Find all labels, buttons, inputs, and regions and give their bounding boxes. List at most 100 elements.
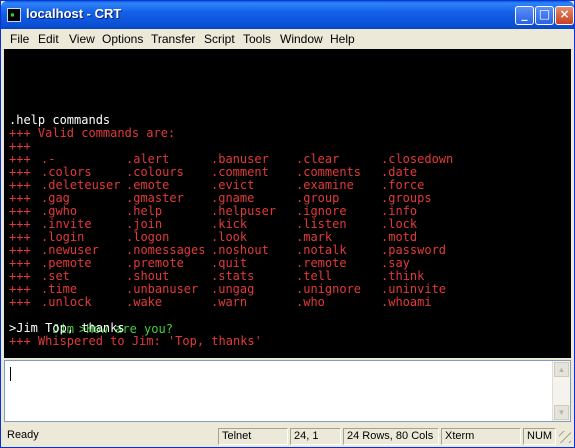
command-entry: .date bbox=[381, 165, 418, 179]
menu-edit[interactable]: Edit bbox=[38, 32, 59, 46]
command-entry: .wake bbox=[126, 295, 163, 309]
command-entry: .examine bbox=[296, 178, 354, 192]
scroll-up-icon[interactable]: ▲ bbox=[554, 362, 569, 377]
line-prefix: +++ bbox=[9, 152, 31, 166]
status-cursor-position: 24, 1 bbox=[290, 428, 341, 445]
command-entry: .help bbox=[126, 204, 163, 218]
scroll-down-icon[interactable]: ▼ bbox=[554, 405, 569, 420]
command-entry: .unbanuser bbox=[126, 282, 199, 296]
command-row: +++ .unlock .wake .warn .who .whoami bbox=[9, 295, 564, 309]
menu-transfer[interactable]: Transfer bbox=[151, 32, 195, 46]
command-entry: .newuser bbox=[41, 243, 99, 257]
command-row: +++ .set .shout .stats .tell .think bbox=[9, 269, 564, 283]
title-bar[interactable]: ▪ localhost - CRT _ □ × bbox=[1, 1, 574, 29]
command-row: +++ .time .unbanuser .ungag .unignore .uninvi… bbox=[9, 282, 564, 296]
command-entry: .info bbox=[381, 204, 418, 218]
line-prefix: +++ bbox=[9, 191, 31, 205]
line-prefix: +++ bbox=[9, 217, 31, 231]
status-num-lock: NUM bbox=[523, 428, 556, 445]
terminal-app-icon[interactable]: ▪ bbox=[7, 8, 21, 22]
crt-window: ▪ localhost - CRT _ □ × File Edit View O… bbox=[0, 0, 575, 448]
command-entry: .- bbox=[41, 152, 56, 166]
status-protocol: Telnet bbox=[218, 428, 288, 445]
menu-view[interactable]: View bbox=[69, 32, 95, 46]
command-entry: .noshout bbox=[211, 243, 269, 257]
minimize-button[interactable]: _ bbox=[515, 6, 534, 25]
line-prefix: +++ bbox=[9, 230, 31, 244]
text-cursor bbox=[10, 367, 11, 381]
command-entry: .mark bbox=[296, 230, 333, 244]
command-entry: .listen bbox=[296, 217, 347, 231]
command-entry: .deleteuser bbox=[41, 178, 121, 192]
command-entry: .unignore bbox=[296, 282, 362, 296]
line-prefix: +++ bbox=[9, 282, 31, 296]
chat-input-box[interactable]: ▲ ▼ bbox=[4, 360, 571, 422]
command-entry: .shout bbox=[126, 269, 170, 283]
menu-file[interactable]: File bbox=[10, 32, 29, 46]
command-entry: .uninvite bbox=[381, 282, 447, 296]
command-entry: .group bbox=[296, 191, 340, 205]
command-entry: .login bbox=[41, 230, 85, 244]
command-entry: .set bbox=[41, 269, 70, 283]
status-bar: Ready Telnet 24, 1 24 Rows, 80 Cols Xter… bbox=[2, 425, 573, 447]
command-entry: .premote bbox=[126, 256, 184, 270]
command-entry: .remote bbox=[296, 256, 347, 270]
command-entry: .pemote bbox=[41, 256, 92, 270]
menu-script[interactable]: Script bbox=[204, 32, 235, 46]
command-row: +++ .pemote .premote .quit .remote .say bbox=[9, 256, 564, 270]
command-entry: .join bbox=[126, 217, 163, 231]
command-entry: .gwho bbox=[41, 204, 78, 218]
command-entry: .banuser bbox=[211, 152, 269, 166]
command-entry: .think bbox=[381, 269, 425, 283]
line-prefix: +++ bbox=[9, 295, 31, 309]
line-prefix: +++ bbox=[9, 178, 31, 192]
command-row: +++ .deleteuser .emote .evict .examine .force bbox=[9, 178, 564, 192]
command-entry: .who bbox=[296, 295, 325, 309]
maximize-button[interactable]: □ bbox=[535, 6, 554, 25]
command-row: +++ .gag .gmaster .gname .group .groups bbox=[9, 191, 564, 205]
line-prefix: +++ bbox=[9, 269, 31, 283]
close-button[interactable]: × bbox=[555, 6, 574, 25]
command-entry: .gag bbox=[41, 191, 70, 205]
command-entry: .alert bbox=[126, 152, 170, 166]
command-row: +++ .gwho .help .helpuser .ignore .info bbox=[9, 204, 564, 218]
command-entry: .closedown bbox=[381, 152, 454, 166]
terminal-line: +++ bbox=[9, 139, 31, 153]
line-prefix: +++ bbox=[9, 243, 31, 257]
menu-options[interactable]: Options bbox=[102, 32, 143, 46]
command-entry: .tell bbox=[296, 269, 333, 283]
menu-help[interactable]: Help bbox=[330, 32, 355, 46]
resize-grip-icon[interactable] bbox=[559, 431, 571, 443]
command-entry: .helpuser bbox=[211, 204, 277, 218]
command-row: +++ .invite .join .kick .listen .lock bbox=[9, 217, 564, 231]
command-entry: .invite bbox=[41, 217, 92, 231]
command-entry: .comments bbox=[296, 165, 362, 179]
command-entry: .force bbox=[381, 178, 425, 192]
command-entry: .gname bbox=[211, 191, 255, 205]
command-entry: .groups bbox=[381, 191, 432, 205]
command-entry: .ignore bbox=[296, 204, 347, 218]
command-entry: .comment bbox=[211, 165, 269, 179]
command-entry: .nomessages bbox=[126, 243, 206, 257]
command-row: +++ .- .alert .banuser .clear .closedown bbox=[9, 152, 564, 166]
command-row: +++ .login .logon .look .mark .motd bbox=[9, 230, 564, 244]
command-entry: .quit bbox=[211, 256, 248, 270]
command-entry: .stats bbox=[211, 269, 255, 283]
terminal-screen[interactable]: .help commands +++ Valid commands are: +… bbox=[4, 49, 571, 358]
menu-tools[interactable]: Tools bbox=[243, 32, 271, 46]
chat-line-jim: Jim >How are you? bbox=[9, 308, 173, 336]
command-entry: .kick bbox=[211, 217, 248, 231]
command-entry: .gmaster bbox=[126, 191, 184, 205]
command-entry: .say bbox=[381, 256, 410, 270]
line-prefix: +++ bbox=[9, 256, 31, 270]
command-entry: .colours bbox=[126, 165, 184, 179]
command-row: +++ .colors .colours .comment .comments .date bbox=[9, 165, 564, 179]
command-entry: .look bbox=[211, 230, 248, 244]
terminal-line: +++ Whispered to Jim: 'Top, thanks' bbox=[9, 334, 262, 348]
command-entry: .clear bbox=[296, 152, 340, 166]
command-entry: .evict bbox=[211, 178, 255, 192]
command-entry: .password bbox=[381, 243, 447, 257]
input-scrollbar[interactable]: ▲ ▼ bbox=[552, 361, 570, 421]
command-entry: .warn bbox=[211, 295, 248, 309]
menu-window[interactable]: Window bbox=[280, 32, 323, 46]
